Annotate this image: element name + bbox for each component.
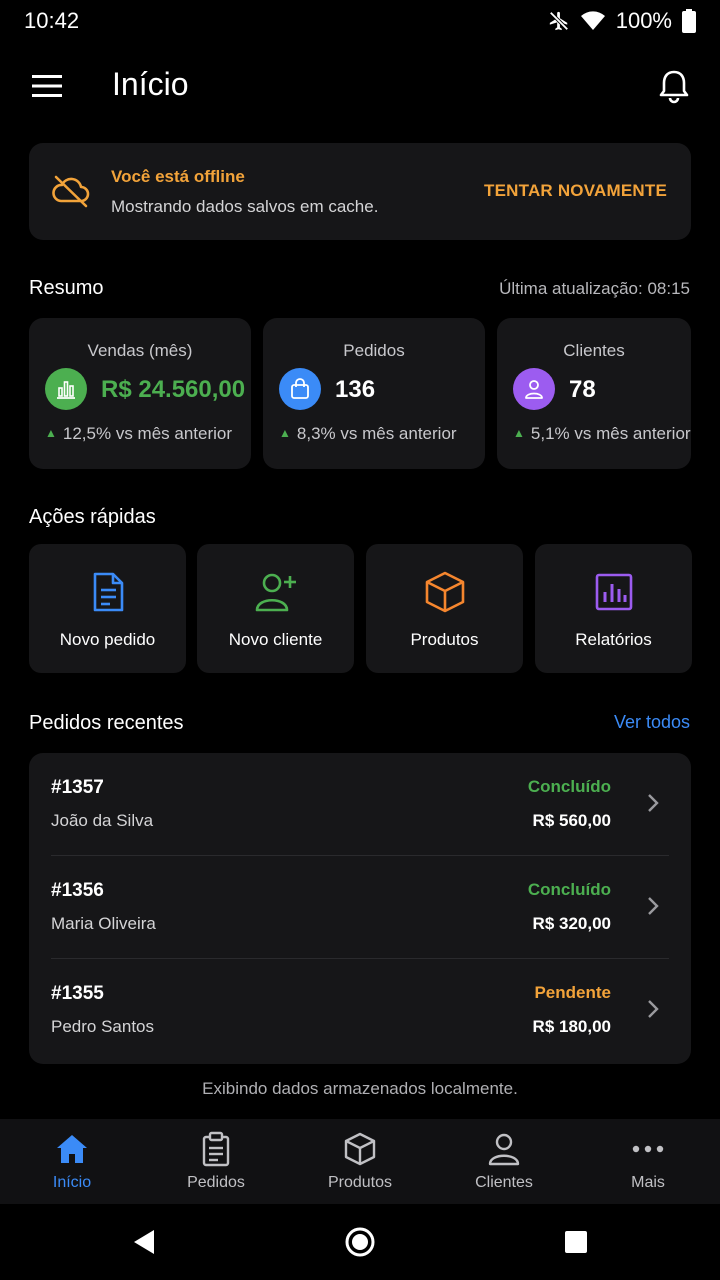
kpi-label: Clientes <box>563 341 625 360</box>
kpi-value: 136 <box>335 376 376 403</box>
order-id: #1356 <box>51 880 104 901</box>
chevron-right-icon <box>648 897 659 915</box>
order-status: Concluído <box>527 777 611 796</box>
order-row[interactable]: #1357 João da Silva Concluído R$ 560,00 <box>29 753 691 855</box>
order-customer: Maria Oliveira <box>51 914 156 933</box>
kpi-value: 78 <box>569 376 596 403</box>
retry-button[interactable]: TENTAR NOVAMENTE <box>484 181 667 201</box>
summary-title: Resumo <box>29 277 104 299</box>
order-id: #1357 <box>51 777 104 798</box>
kpi-delta-text: vs mês anterior <box>335 424 457 443</box>
person-icon <box>488 1133 520 1166</box>
nav-item-home[interactable]: Início <box>0 1119 144 1204</box>
see-all-link[interactable]: Ver todos <box>614 712 690 733</box>
nav-item-clients[interactable]: Clientes <box>432 1119 576 1204</box>
order-customer: João da Silva <box>51 811 154 830</box>
kpi-label: Pedidos <box>343 341 405 360</box>
airplane-mode-off-icon <box>549 11 569 31</box>
order-amount: R$ 180,00 <box>532 1017 611 1036</box>
order-amount: R$ 560,00 <box>532 811 611 830</box>
order-id: #1355 <box>51 983 104 1004</box>
box-icon <box>344 1132 376 1166</box>
shopping-bag-icon <box>279 368 321 410</box>
offline-subtitle: Mostrando dados salvos em cache. <box>111 197 379 216</box>
chevron-right-icon <box>648 1000 659 1018</box>
kpi-value: R$ 24.560,00 <box>101 376 246 403</box>
wifi-icon <box>580 11 605 30</box>
action-new-client[interactable]: Novo cliente <box>197 544 354 673</box>
action-reports[interactable]: Relatórios <box>535 544 692 673</box>
last-update-text: Última atualização: 08:15 <box>499 279 690 298</box>
app-bar: Início <box>0 56 720 118</box>
document-icon <box>93 572 123 612</box>
kpi-delta-value: 12,5% <box>62 424 112 443</box>
nav-item-more[interactable]: Mais <box>576 1119 720 1204</box>
battery-percent: 100% <box>615 8 672 33</box>
kpi-delta: ▲ 5,1% vs mês anterior <box>513 424 691 444</box>
report-icon <box>595 573 632 611</box>
trend-up-icon: ▲ <box>45 426 57 440</box>
recents-icon[interactable] <box>560 1226 592 1258</box>
chevron-right-icon <box>648 794 659 812</box>
offline-footer-note: Exibindo dados armazenados localmente. <box>202 1079 518 1098</box>
order-row[interactable]: #1356 Maria Oliveira Concluído R$ 320,00 <box>29 856 691 958</box>
more-icon <box>632 1145 664 1153</box>
kpi-delta: ▲ 12,5% vs mês anterior <box>45 424 232 444</box>
nav-label: Clientes <box>475 1174 533 1191</box>
person-icon <box>513 368 555 410</box>
cloud-off-icon <box>52 175 90 208</box>
kpi-delta-text: vs mês anterior <box>111 424 233 443</box>
nav-item-orders[interactable]: Pedidos <box>144 1119 288 1204</box>
notification-bell-icon[interactable] <box>656 68 692 104</box>
action-new-order[interactable]: Novo pedido <box>29 544 186 673</box>
chart-icon <box>45 368 87 410</box>
page-title: Início <box>112 66 189 102</box>
nav-item-products[interactable]: Produtos <box>288 1119 432 1204</box>
kpi-delta-value: 5,1% <box>530 424 570 443</box>
order-customer: Pedro Santos <box>51 1017 155 1036</box>
nav-label: Início <box>52 1174 92 1191</box>
nav-label: Pedidos <box>187 1174 245 1191</box>
recent-orders-list: #1357 João da Silva Concluído R$ 560,00 … <box>29 753 691 1064</box>
action-products[interactable]: Produtos <box>366 544 523 673</box>
system-nav-bar <box>0 1204 720 1280</box>
back-icon[interactable] <box>128 1226 160 1258</box>
status-time: 10:42 <box>24 8 80 33</box>
kpi-delta: ▲ 8,3% vs mês anterior <box>279 424 457 444</box>
status-bar: 10:42 100% <box>0 0 720 42</box>
kpi-card-orders[interactable]: Pedidos 136 ▲ 8,3% vs mês anterior <box>263 318 485 469</box>
menu-icon[interactable] <box>32 74 62 98</box>
quick-actions-title: Ações rápidas <box>29 506 156 528</box>
kpi-delta-value: 8,3% <box>296 424 336 443</box>
home-icon <box>57 1135 87 1163</box>
order-status: Concluído <box>527 880 611 899</box>
add-user-icon <box>255 573 296 612</box>
nav-label: Produtos <box>327 1174 393 1191</box>
bottom-nav: Início Pedidos Produtos Clientes Mais <box>0 1119 720 1204</box>
kpi-label: Vendas (mês) <box>87 341 193 360</box>
action-label: Relatórios <box>575 630 652 649</box>
trend-up-icon: ▲ <box>279 426 291 440</box>
clipboard-icon <box>202 1131 230 1167</box>
nav-label: Mais <box>631 1174 665 1191</box>
offline-banner: Você está offline Mostrando dados salvos… <box>29 143 691 240</box>
action-label: Novo pedido <box>59 630 156 649</box>
kpi-card-sales[interactable]: Vendas (mês) R$ 24.560,00 ▲ 12,5% vs mês … <box>29 318 251 469</box>
box-icon <box>425 571 464 613</box>
action-label: Produtos <box>410 630 479 649</box>
status-icons: 100% <box>548 8 696 34</box>
order-status: Pendente <box>534 983 611 1002</box>
offline-title: Você está offline <box>111 167 245 186</box>
order-row[interactable]: #1355 Pedro Santos Pendente R$ 180,00 <box>29 959 691 1061</box>
kpi-delta-text: vs mês anterior <box>569 424 691 443</box>
action-label: Novo cliente <box>228 630 323 649</box>
order-amount: R$ 320,00 <box>532 914 611 933</box>
trend-up-icon: ▲ <box>513 426 525 440</box>
home-button-icon[interactable] <box>344 1226 376 1258</box>
battery-icon <box>682 9 696 33</box>
kpi-card-clients[interactable]: Clientes 78 ▲ 5,1% vs mês anterior <box>497 318 691 469</box>
recent-orders-title: Pedidos recentes <box>29 712 184 734</box>
